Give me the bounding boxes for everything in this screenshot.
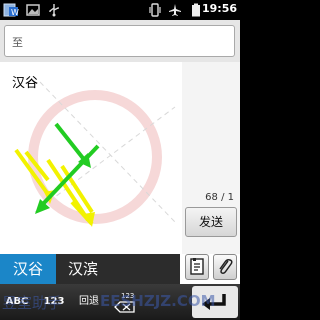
candidate-2[interactable]: 汉滨	[56, 254, 110, 284]
watermark-left: 昱室助手	[2, 294, 63, 312]
to-label: 至	[12, 36, 23, 49]
attach-file-button[interactable]	[213, 254, 237, 280]
image-icon	[26, 4, 40, 16]
vibrate-icon	[149, 3, 161, 17]
message-text: 汉谷	[12, 76, 39, 91]
green-strokes	[35, 122, 100, 214]
clock: 19:56	[201, 2, 237, 15]
recipient-area: 至	[0, 20, 240, 62]
watermark: 昱室助手 EESHZJZ.COM	[0, 290, 240, 320]
airplane-icon	[169, 4, 181, 16]
candidate-1[interactable]: 汉谷	[0, 254, 56, 284]
logo-watermark	[28, 90, 162, 224]
svg-text:W: W	[11, 8, 19, 17]
send-button[interactable]: 发送	[185, 207, 237, 237]
attach-contact-button[interactable]	[185, 254, 209, 280]
usb-icon	[49, 4, 59, 17]
battery-icon	[192, 3, 200, 17]
to-field[interactable]: 至	[4, 25, 235, 57]
watermark-right: EESHZJZ.COM	[100, 292, 216, 310]
status-bar: W 19:56	[0, 0, 240, 20]
doc-icon: W	[3, 3, 19, 17]
contact-card-icon	[190, 258, 204, 275]
paperclip-icon	[219, 259, 233, 274]
message-area[interactable]: 汉谷 68 / 1 发送	[0, 62, 240, 254]
candidate-bar: 汉谷 汉滨	[0, 254, 240, 284]
char-counter: 68 / 1	[205, 192, 234, 203]
candidate-filler	[110, 254, 180, 284]
